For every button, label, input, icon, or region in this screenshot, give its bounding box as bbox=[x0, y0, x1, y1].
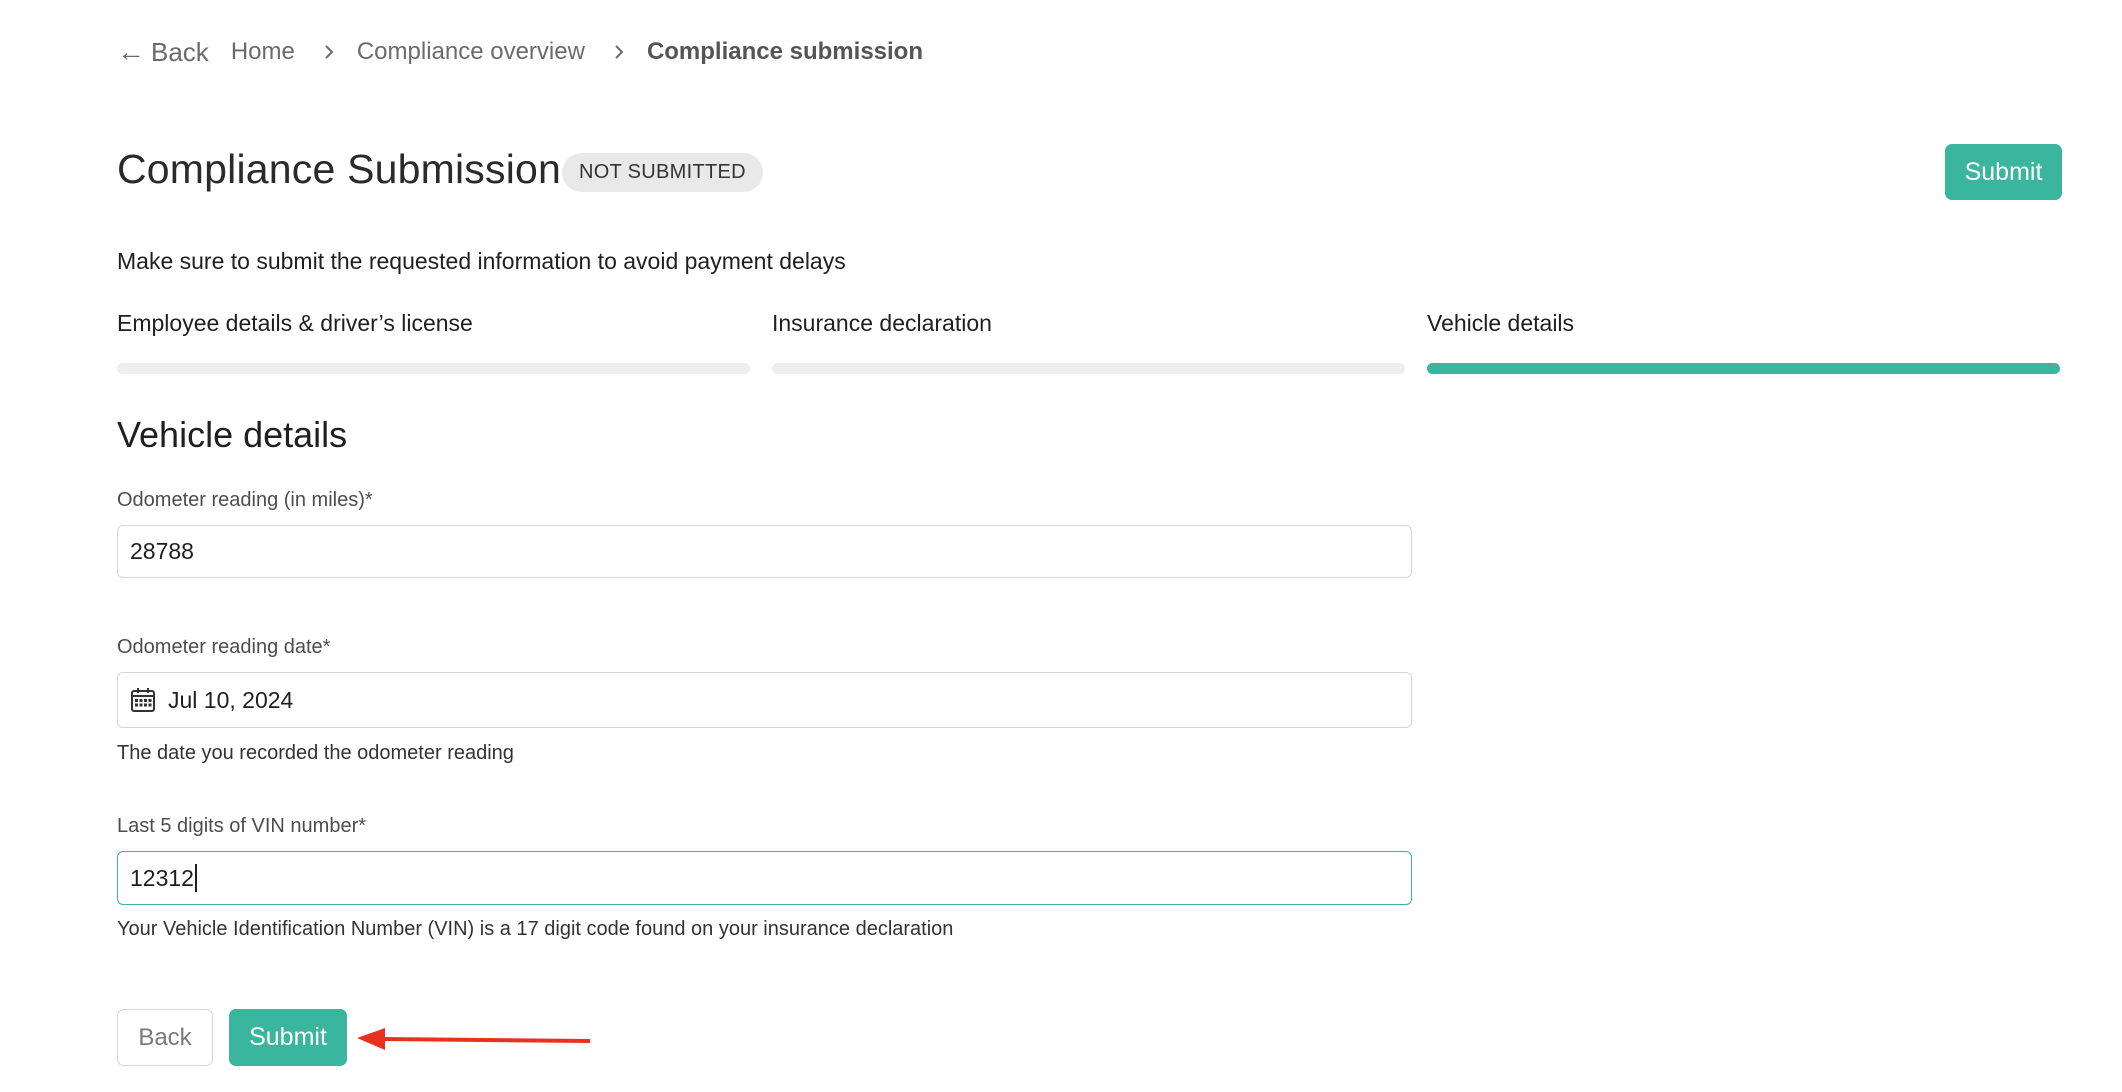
compliance-submission-page: ← Back Home Compliance overview Complian… bbox=[0, 0, 2122, 1092]
annotation-arrow-icon bbox=[357, 1028, 591, 1050]
step-employee-details[interactable]: Employee details & driver’s license bbox=[117, 310, 750, 374]
step-vehicle-details[interactable]: Vehicle details bbox=[1427, 310, 2060, 374]
status-badge: NOT SUBMITTED bbox=[562, 153, 763, 192]
odometer-label: Odometer reading (in miles)* bbox=[117, 489, 373, 511]
odometer-date-input[interactable]: Jul 10, 2024 bbox=[117, 672, 1412, 728]
submit-button[interactable]: Submit bbox=[229, 1009, 347, 1066]
back-button[interactable]: Back bbox=[117, 1009, 213, 1066]
vin-label: Last 5 digits of VIN number* bbox=[117, 815, 367, 837]
page-title: Compliance Submission bbox=[117, 146, 562, 192]
step-progress-bar bbox=[772, 363, 1405, 374]
step-label: Insurance declaration bbox=[772, 310, 992, 336]
vin-input[interactable]: 12312 bbox=[117, 851, 1412, 905]
text-caret bbox=[194, 864, 197, 892]
calendar-icon bbox=[130, 687, 156, 713]
step-progress-bar-active bbox=[1427, 363, 2060, 374]
arrow-left-icon: ← bbox=[117, 36, 145, 67]
header-submit-button[interactable]: Submit bbox=[1945, 144, 2062, 200]
breadcrumb-compliance-submission: Compliance submission bbox=[646, 38, 923, 65]
step-progress-bar bbox=[117, 363, 750, 374]
odometer-date-helper: The date you recorded the odometer readi… bbox=[117, 742, 514, 764]
step-insurance-declaration[interactable]: Insurance declaration bbox=[772, 310, 1405, 374]
odometer-input[interactable]: 28788 bbox=[117, 525, 1412, 578]
breadcrumb-back-link[interactable]: ← Back bbox=[117, 37, 209, 68]
step-label: Vehicle details bbox=[1427, 310, 1575, 336]
page-subtitle: Make sure to submit the requested inform… bbox=[117, 248, 846, 274]
vin-helper: Your Vehicle Identification Number (VIN)… bbox=[117, 918, 954, 940]
breadcrumb-home[interactable]: Home bbox=[231, 38, 295, 66]
odometer-value: 28788 bbox=[130, 538, 194, 564]
breadcrumb-compliance-overview[interactable]: Compliance overview bbox=[357, 38, 585, 66]
section-title: Vehicle details bbox=[117, 414, 348, 455]
odometer-date-label: Odometer reading date* bbox=[117, 636, 331, 658]
chevron-right-icon bbox=[323, 43, 335, 61]
vin-value: 12312 bbox=[130, 864, 194, 891]
step-label: Employee details & driver’s license bbox=[117, 310, 473, 336]
chevron-right-icon bbox=[613, 43, 625, 61]
odometer-date-value: Jul 10, 2024 bbox=[168, 686, 294, 713]
breadcrumb-back-label: Back bbox=[151, 36, 209, 67]
breadcrumb: ← Back Home Compliance overview Complian… bbox=[117, 34, 923, 70]
